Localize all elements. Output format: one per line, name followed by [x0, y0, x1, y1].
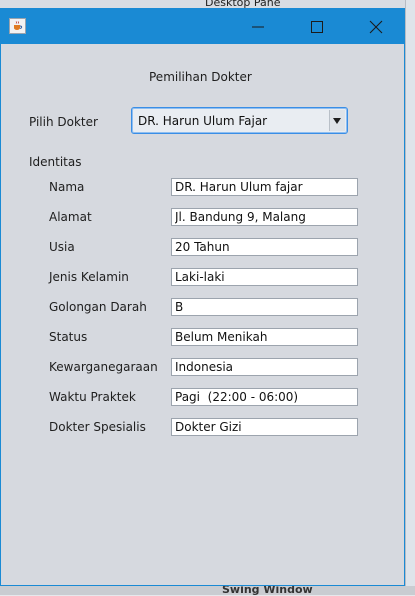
java-cup-icon[interactable] — [9, 18, 26, 34]
kewarganegaraan-field[interactable] — [171, 358, 358, 376]
identitas-section-label: Identitas — [29, 155, 82, 169]
jenis-kelamin-field[interactable] — [171, 268, 358, 286]
pilih-dokter-label: Pilih Dokter — [29, 115, 98, 129]
waktu-praktek-field[interactable] — [171, 388, 358, 406]
page-title: Pemilihan Dokter — [149, 70, 252, 84]
dokter-spesialis-label: Dokter Spesialis — [49, 420, 146, 434]
chevron-down-icon — [333, 118, 341, 124]
background-ide-bottom — [0, 586, 415, 595]
close-button[interactable] — [347, 9, 405, 44]
jenis-kelamin-label: Jenis Kelamin — [49, 270, 129, 284]
status-label: Status — [49, 330, 88, 344]
title-bar[interactable] — [1, 9, 404, 44]
golongan-darah-field[interactable] — [171, 298, 358, 316]
dropdown-button[interactable] — [329, 110, 345, 131]
doctor-select[interactable]: DR. Harun Ulum Fajar — [131, 107, 348, 134]
desktop-pane-label: Desktop Pane — [205, 0, 281, 9]
app-window: Pemilihan Dokter Pilih Dokter DR. Harun … — [0, 8, 405, 586]
golongan-darah-label: Golongan Darah — [49, 300, 147, 314]
background-ide-panel — [405, 0, 415, 595]
alamat-label: Alamat — [49, 210, 92, 224]
nama-label: Nama — [49, 180, 85, 194]
kewarganegaraan-label: Kewarganegaraan — [49, 360, 158, 374]
usia-field[interactable] — [171, 238, 358, 256]
maximize-icon — [311, 21, 323, 33]
alamat-field[interactable] — [171, 208, 358, 226]
nama-field[interactable] — [171, 178, 358, 196]
form-panel: Pemilihan Dokter Pilih Dokter DR. Harun … — [1, 44, 404, 585]
selected-doctor-value: DR. Harun Ulum Fajar — [138, 114, 268, 128]
usia-label: Usia — [49, 240, 75, 254]
minimize-icon — [252, 26, 264, 28]
dokter-spesialis-field[interactable] — [171, 418, 358, 436]
waktu-praktek-label: Waktu Praktek — [49, 390, 136, 404]
close-icon — [369, 20, 383, 34]
minimize-button[interactable] — [229, 9, 287, 44]
maximize-button[interactable] — [288, 9, 346, 44]
status-field[interactable] — [171, 328, 358, 346]
